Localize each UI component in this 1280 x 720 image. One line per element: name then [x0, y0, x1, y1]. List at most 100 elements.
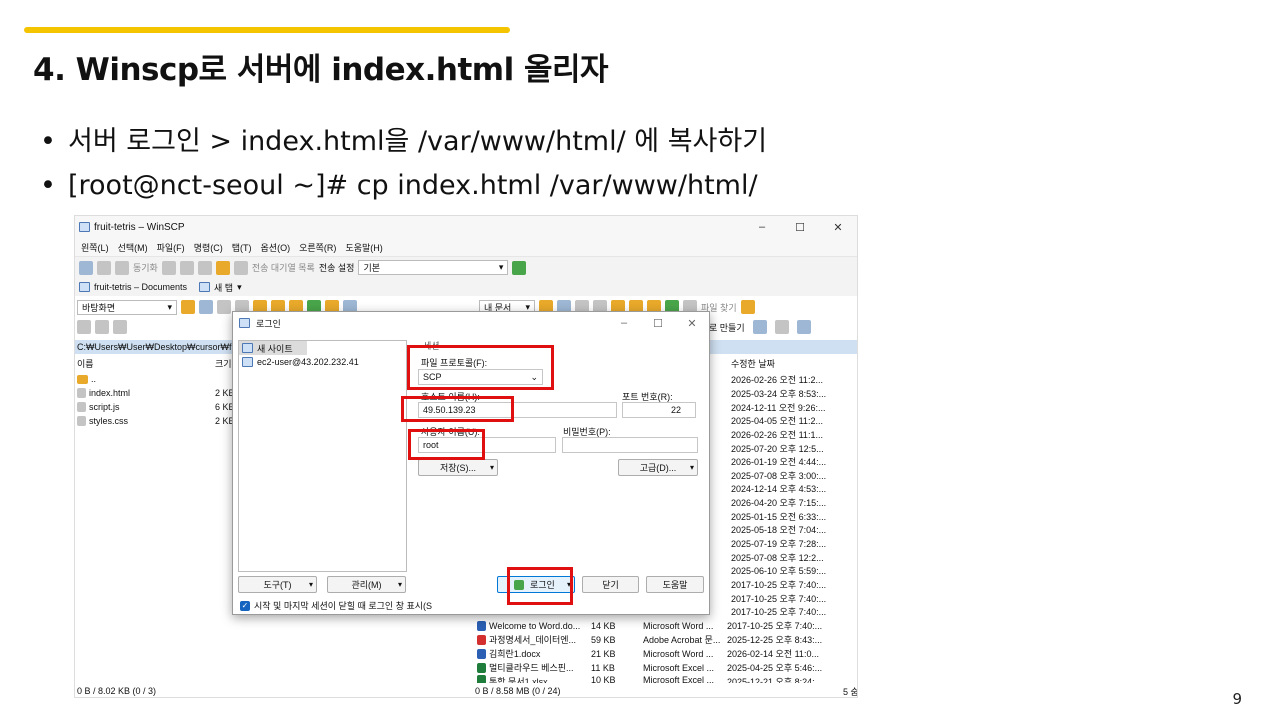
new-button[interactable]: 로 만들기 [709, 321, 745, 334]
modified-date-cell: 2026-04-20 오후 7:15:... [731, 498, 827, 509]
menu-select[interactable]: 선택(M) [118, 241, 148, 254]
plus-icon[interactable] [752, 320, 767, 334]
checkmark-icon: ✓ [240, 600, 250, 611]
menu-command[interactable]: 명령(C) [194, 241, 223, 254]
site-list: 새 사이트 ec2-user@43.202.232.41 [238, 340, 407, 572]
tools-button[interactable]: 도구(T) ▾ [238, 576, 317, 593]
dialog-maximize-button[interactable]: ☐ [641, 317, 675, 330]
minus-icon[interactable] [774, 320, 789, 334]
highlight-protocol [407, 345, 554, 390]
html-file-icon [77, 388, 86, 398]
page-number: 9 [1232, 690, 1242, 708]
table-row[interactable]: 과정명세서_데이터엔... 59 KB Adobe Acrobat 문... 2… [477, 633, 822, 647]
table-row[interactable]: 멀티클라우드 베스핀... 11 KB Microsoft Excel ... … [477, 661, 822, 675]
pdf-file-icon [477, 634, 486, 645]
password-input[interactable] [562, 437, 698, 453]
delete-icon[interactable] [113, 320, 127, 334]
parent-directory-icon [77, 374, 88, 384]
hidden-count: 5 숨 [843, 686, 858, 697]
sync-browse-icon[interactable] [97, 260, 111, 275]
filter-icon[interactable] [199, 300, 213, 314]
queue-list-button[interactable]: 전송 대기열 목록 [252, 261, 315, 274]
left-file-toolbar [77, 319, 127, 335]
close-button[interactable]: 닫기 [582, 576, 639, 593]
dialog-close-button[interactable]: ✕ [675, 317, 709, 330]
column-size[interactable]: 크기 [215, 357, 232, 370]
sync-icon[interactable] [115, 260, 129, 275]
table-row[interactable]: Welcome to Word.do... 14 KB Microsoft Wo… [477, 619, 822, 633]
back-icon[interactable] [217, 300, 231, 314]
chevron-down-icon: ▾ [498, 262, 504, 272]
menu-options[interactable]: 옵션(O) [261, 241, 291, 254]
dialog-title: 로그인 [256, 318, 281, 329]
left-status: 0 B / 8.02 KB (0 / 3) [77, 686, 157, 696]
modified-date-cell: 2025-04-05 오전 11:2... [731, 416, 823, 427]
table-row[interactable]: 통합 문서1.xlsx 10 KB Microsoft Excel ... 20… [477, 675, 822, 683]
title-accent-bar [24, 27, 510, 33]
preferences-gear-icon[interactable] [215, 260, 230, 275]
close-button[interactable]: ✕ [819, 221, 857, 234]
edit-icon[interactable] [95, 320, 109, 334]
list-item[interactable]: script.js 6 KB [77, 400, 235, 414]
tab-new[interactable]: 새 탭 ▾ [199, 281, 242, 294]
modified-date-cell: 2026-02-26 오전 11:1... [731, 429, 823, 440]
highlight-username [408, 429, 485, 460]
transfer-settings-select[interactable]: 기본 ▾ [358, 260, 509, 275]
site-item-new[interactable]: 새 사이트 [239, 341, 307, 355]
right-status: 0 B / 8.58 MB (0 / 24) [475, 686, 561, 696]
folder-icon [79, 282, 90, 292]
modified-date-cell: 2017-10-25 오후 7:40:... [731, 607, 827, 618]
table-row[interactable]: 김희란1.docx 21 KB Microsoft Word ... 2026-… [477, 647, 819, 661]
menu-help[interactable]: 도움말(H) [345, 241, 382, 254]
help-button[interactable]: 도움말 [646, 576, 704, 593]
refresh-queue-icon[interactable] [197, 260, 212, 275]
tree-icon[interactable] [740, 300, 755, 314]
modified-date-cell: 2025-01-15 오전 6:33:... [731, 511, 827, 522]
left-column-headers: 이름 크기 [77, 356, 237, 370]
manage-button[interactable]: 관리(M) ▾ [327, 576, 406, 593]
modified-date-cell: 2017-10-25 오후 7:40:... [731, 580, 827, 591]
list-item[interactable]: .. [77, 372, 215, 386]
sync-button[interactable]: 동기화 [133, 261, 158, 274]
select-filter-icon[interactable] [796, 320, 811, 334]
minimize-button[interactable]: – [743, 221, 781, 234]
window-title: fruit-tetris – WinSCP [94, 221, 185, 233]
slide: 4. Winscp로 서버에 index.html 올리자 서버 로그인 > i… [0, 0, 1280, 720]
save-button[interactable]: 저장(S)... ▾ [418, 459, 498, 476]
port-input[interactable]: 22 [622, 402, 696, 418]
compare-icon[interactable] [79, 260, 93, 275]
menu-right[interactable]: 오른쪽(R) [299, 241, 336, 254]
bullet-item: [root@nct-seoul ~]# cp index.html /var/w… [40, 164, 767, 208]
show-login-checkbox[interactable]: ✓ 시작 및 마지막 세션이 닫힐 때 로그인 창 표시(S [240, 599, 432, 612]
list-item[interactable]: index.html 2 KB [77, 386, 235, 400]
modified-date-cell: 2017-10-25 오후 7:40:... [731, 593, 827, 604]
new-site-icon [242, 343, 253, 353]
menu-file[interactable]: 파일(F) [157, 241, 185, 254]
copy-icon[interactable] [77, 320, 91, 334]
menu-tab[interactable]: 탭(T) [232, 241, 252, 254]
modified-date-cell: 2025-07-08 오후 12:2... [731, 552, 824, 563]
open-folder-icon[interactable] [181, 300, 195, 314]
modified-date-cell: 2026-02-26 오전 11:2... [731, 375, 823, 386]
word-file-icon [477, 648, 486, 659]
dialog-minimize-button[interactable]: – [607, 317, 641, 330]
maximize-button[interactable]: ☐ [781, 221, 819, 234]
menu-bar: 왼쪽(L) 선택(M) 파일(F) 명령(C) 탭(T) 옵션(O) 오른쪽(R… [75, 238, 857, 256]
session-tabs: fruit-tetris – Documents 새 탭 ▾ [75, 278, 857, 296]
queue-icon[interactable] [233, 260, 248, 275]
advanced-button[interactable]: 고급(D)... ▾ [618, 459, 698, 476]
bullet-item: 서버 로그인 > index.html을 /var/www/html/ 에 복사… [40, 120, 767, 164]
transfer-settings-icon[interactable] [512, 260, 527, 275]
left-location-select[interactable]: 바탕화면 ▾ [77, 299, 177, 315]
chevron-down-icon: ▾ [689, 463, 694, 472]
console-icon[interactable] [161, 260, 176, 275]
column-modified[interactable]: 수정한 날짜 [731, 356, 775, 370]
file-icon [77, 416, 86, 426]
site-item-saved[interactable]: ec2-user@43.202.232.41 [239, 355, 406, 369]
column-name[interactable]: 이름 [77, 357, 215, 370]
tab-current[interactable]: fruit-tetris – Documents [79, 282, 187, 292]
menu-left[interactable]: 왼쪽(L) [81, 241, 109, 254]
list-item[interactable]: styles.css 2 KB [77, 414, 235, 428]
chevron-down-icon: ▾ [308, 580, 313, 589]
putty-icon[interactable] [179, 260, 194, 275]
